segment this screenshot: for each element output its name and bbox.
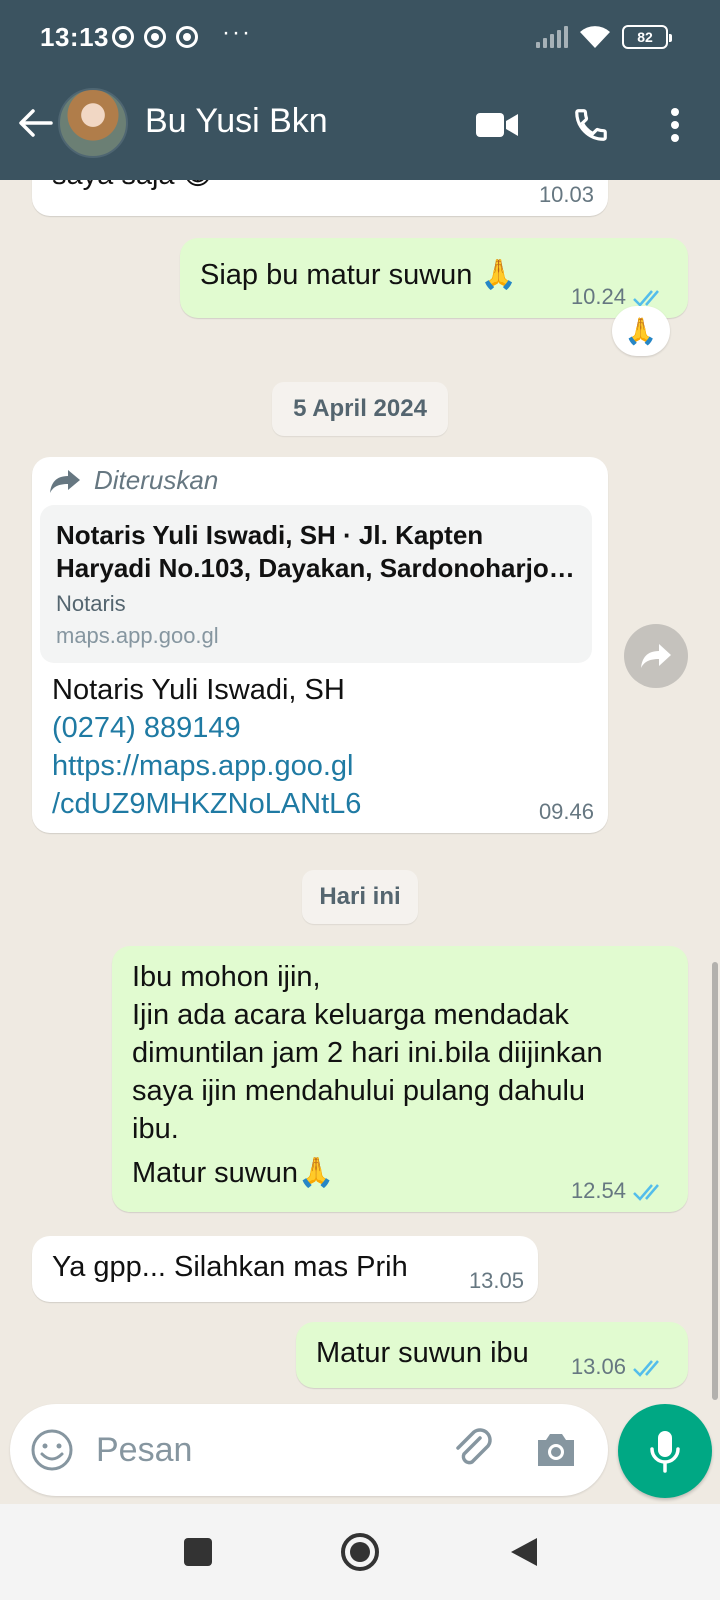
signal-icon	[536, 26, 568, 48]
message-outgoing[interactable]: Siap bu matur suwun 🙏 10.24	[180, 238, 688, 318]
message-outgoing[interactable]: Ibu mohon ijin, Ijin ada acara keluarga …	[112, 946, 688, 1212]
date-separator: Hari ini	[302, 870, 418, 924]
url-link-line1[interactable]: https://maps.app.goo.gl	[52, 747, 361, 785]
link-title-line1: Notaris Yuli Iswadi, SH · Jl. Kapten	[56, 520, 484, 550]
message-text-line: Notaris Yuli Iswadi, SH	[52, 674, 345, 706]
back-arrow-icon[interactable]	[12, 100, 58, 146]
forwarded-label: Diteruskan	[48, 465, 218, 496]
link-preview-card[interactable]: Notaris Yuli Iswadi, SH · Jl. Kapten Har…	[40, 505, 592, 663]
recents-icon[interactable]	[178, 1532, 218, 1572]
more-vert-icon[interactable]	[652, 102, 698, 148]
system-icons: 82	[536, 24, 672, 50]
message-time: 10.03	[538, 182, 594, 207]
home-icon[interactable]	[340, 1532, 380, 1572]
chrome-notification-icon	[144, 26, 166, 48]
message-incoming[interactable]: Ya gpp... Silahkan mas Prih 13.05	[32, 1236, 538, 1302]
message-time: 13.06	[570, 1354, 626, 1379]
message-time: 10.24	[570, 284, 626, 309]
wifi-icon	[580, 26, 610, 48]
forward-icon	[50, 469, 80, 493]
avatar[interactable]	[58, 88, 128, 158]
camera-icon[interactable]	[532, 1426, 580, 1474]
more-notifications-icon: ···	[222, 19, 252, 46]
message-outgoing[interactable]: Matur suwun ibu 13.06	[296, 1322, 688, 1388]
battery-icon: 82	[622, 25, 672, 49]
read-ticks-icon	[633, 290, 659, 307]
contact-name[interactable]: Bu Yusi Bkn	[145, 102, 328, 141]
message-text: Siap bu matur suwun 🙏	[200, 259, 517, 291]
message-text-line: Ibu mohon ijin,	[132, 961, 321, 993]
attach-icon[interactable]	[450, 1426, 498, 1474]
notification-icons: ···	[112, 19, 252, 48]
message-text-line: ibu.	[132, 1113, 179, 1145]
video-call-icon[interactable]	[474, 102, 520, 148]
top-bar: 13:13 ··· 82 Bu Yusi Bkn	[0, 0, 720, 180]
status-time: 13:13	[40, 22, 109, 52]
chrome-notification-icon	[112, 26, 134, 48]
chat-area[interactable]: saya saja 😁 10.03 Siap bu matur suwun 🙏 …	[0, 180, 720, 1404]
message-time: 13.05	[468, 1268, 524, 1293]
message-text: saya saja 😁	[52, 180, 213, 194]
read-ticks-icon	[633, 1360, 659, 1377]
reaction-badge[interactable]: 🙏	[612, 306, 670, 356]
phone-icon[interactable]	[568, 102, 614, 148]
message-text: Matur suwun ibu	[316, 1337, 529, 1369]
emoji-icon[interactable]	[30, 1428, 74, 1472]
read-ticks-icon	[633, 1184, 659, 1201]
message-input-bar	[10, 1404, 608, 1496]
back-icon[interactable]	[504, 1532, 544, 1572]
url-link-line2[interactable]: /cdUZ9MHKZNoLANtL6	[52, 785, 361, 823]
mic-icon[interactable]	[618, 1404, 712, 1498]
message-text-line: dimuntilan jam 2 hari ini.bila diijinkan	[132, 1037, 603, 1069]
message-incoming-forwarded[interactable]: Diteruskan Notaris Yuli Iswadi, SH · Jl.…	[32, 457, 608, 833]
date-separator: 5 April 2024	[272, 382, 448, 436]
message-time: 09.46	[538, 799, 594, 824]
message-incoming[interactable]: saya saja 😁 10.03	[32, 180, 608, 216]
message-text-line: saya ijin mendahului pulang dahulu	[132, 1075, 586, 1107]
link-domain: maps.app.goo.gl	[56, 623, 219, 648]
chat-header: Bu Yusi Bkn	[0, 78, 720, 180]
status-bar: 13:13 ··· 82	[0, 0, 720, 78]
message-text-line: Ijin ada acara keluarga mendadak	[132, 999, 569, 1031]
message-input[interactable]	[96, 1426, 426, 1474]
message-text-line: Matur suwun🙏	[132, 1157, 335, 1189]
message-time: 12.54	[570, 1178, 626, 1203]
message-text: Ya gpp... Silahkan mas Prih	[52, 1251, 408, 1283]
forwarded-text: Diteruskan	[94, 465, 219, 495]
phone-link[interactable]: (0274) 889149	[52, 709, 361, 747]
scrollbar[interactable]	[712, 962, 718, 1400]
chrome-notification-icon	[176, 26, 198, 48]
link-title-line2: Haryadi No.103, Dayakan, Sardonoharjo,…	[56, 553, 576, 583]
share-icon[interactable]	[624, 624, 688, 688]
link-category: Notaris	[56, 591, 126, 616]
system-navigation-bar	[0, 1504, 720, 1600]
